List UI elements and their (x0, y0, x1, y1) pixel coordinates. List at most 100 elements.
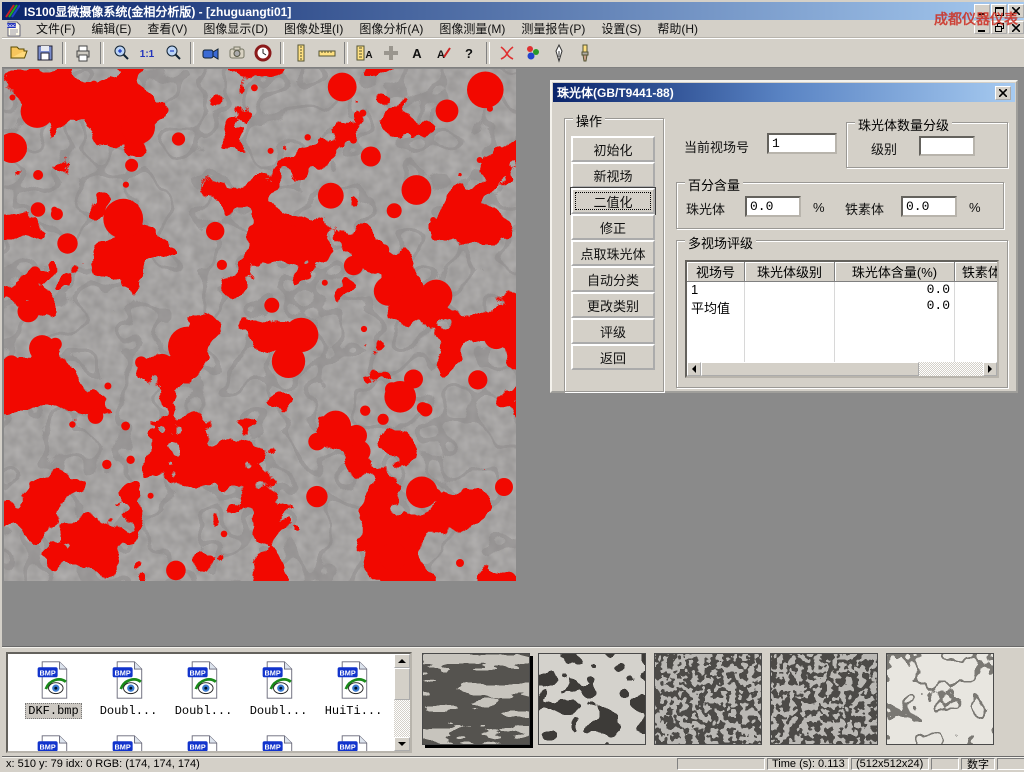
current-field-input[interactable] (767, 133, 837, 154)
pen-tool-button[interactable] (546, 40, 572, 66)
thumbnail[interactable] (654, 653, 762, 745)
video-capture-button[interactable] (198, 40, 224, 66)
file-item[interactable]: BMP (318, 734, 389, 753)
op-button[interactable]: 修正 (571, 214, 655, 240)
table-header-cell[interactable]: 珠光体含量(%) (835, 262, 955, 282)
save-button[interactable] (32, 40, 58, 66)
op-button[interactable]: 二值化 (571, 188, 655, 214)
op-button[interactable]: 更改类别 (571, 292, 655, 318)
print-button[interactable] (70, 40, 96, 66)
file-item[interactable]: BMPDKF.bmp (18, 660, 89, 719)
table-cell (955, 346, 999, 362)
menu-item[interactable]: 测量报告(P) (513, 19, 593, 38)
svg-text:BMP: BMP (339, 668, 355, 677)
menu-item[interactable]: 文件(F) (28, 19, 83, 38)
scrollbar-thumb[interactable] (394, 668, 410, 700)
menu-item[interactable]: 图像测量(M) (431, 19, 513, 38)
status-mode: 数字 (961, 758, 995, 770)
file-item[interactable]: BMP (243, 734, 314, 753)
scroll-right-button[interactable] (983, 362, 997, 376)
text-label-button[interactable]: A (404, 40, 430, 66)
maximize-button[interactable] (991, 4, 1007, 18)
table-row[interactable]: 平均值0.0 (687, 298, 997, 314)
open-button[interactable] (6, 40, 32, 66)
caliper-button[interactable] (288, 40, 314, 66)
menu-item[interactable]: 设置(S) (593, 19, 649, 38)
child-restore-button[interactable] (991, 21, 1007, 34)
table-row[interactable] (687, 346, 997, 362)
scroll-down-button[interactable] (394, 737, 410, 751)
table-row[interactable]: 10.0 (687, 282, 997, 298)
thumbnail[interactable] (886, 653, 994, 745)
menu-item[interactable]: 帮助(H) (649, 19, 706, 38)
annotate-button[interactable]: A (430, 40, 456, 66)
file-list: BMPDKF.bmpBMPDoubl...BMPDoubl...BMPDoubl… (6, 652, 412, 753)
pearlite-percent-input[interactable] (745, 196, 801, 217)
thumbnail[interactable] (538, 653, 646, 745)
menu-item[interactable]: 图像处理(I) (276, 19, 351, 38)
ruler-icon (317, 43, 337, 63)
ferrite-percent-input[interactable] (901, 196, 957, 217)
table-header-cell[interactable]: 铁素体含量(%) (955, 262, 999, 282)
svg-text:BMP: BMP (114, 742, 130, 751)
table-row[interactable] (687, 314, 997, 330)
zoom-out-button[interactable] (160, 40, 186, 66)
curve-tool-button[interactable] (494, 40, 520, 66)
scrollbar-track[interactable] (701, 362, 983, 376)
child-close-button[interactable] (1008, 21, 1024, 34)
scroll-up-button[interactable] (394, 654, 410, 668)
file-item[interactable]: BMPDoubl... (93, 660, 164, 718)
table-header-cell[interactable]: 视场号 (687, 262, 745, 282)
menu-item[interactable]: 查看(V) (139, 19, 195, 38)
percent-group-label: 百分含量 (685, 175, 743, 194)
level-input[interactable] (919, 136, 975, 156)
file-item[interactable]: BMP (168, 734, 239, 753)
pearlite-percent-label: 珠光体 (686, 199, 725, 218)
grid-cross-button[interactable] (378, 40, 404, 66)
scrollbar-thumb[interactable] (701, 362, 919, 376)
op-button[interactable]: 新视场 (571, 162, 655, 188)
menu-item[interactable]: 编辑(E) (83, 19, 139, 38)
menu-item[interactable]: 图像分析(A) (351, 19, 431, 38)
measure-text-button[interactable]: A (352, 40, 378, 66)
help-button[interactable]: ? (456, 40, 482, 66)
dialog-title-bar[interactable]: 珠光体(GB/T9441-88) (553, 83, 1015, 102)
particle-count-button[interactable] (520, 40, 546, 66)
thumbnail[interactable] (422, 653, 530, 745)
file-item[interactable]: BMPDoubl... (243, 660, 314, 718)
op-button[interactable]: 初始化 (571, 136, 655, 162)
zoom-in-button[interactable] (108, 40, 134, 66)
minimize-button[interactable] (974, 4, 990, 18)
scrollbar-track[interactable] (394, 700, 410, 737)
brush-tool-button[interactable] (572, 40, 598, 66)
ruler-button[interactable] (314, 40, 340, 66)
dialog-close-button[interactable] (995, 86, 1011, 100)
zoom-in-icon (111, 43, 131, 63)
op-button[interactable]: 点取珠光体 (571, 240, 655, 266)
arrow-up-icon (398, 655, 406, 663)
table-row[interactable] (687, 330, 997, 346)
op-button[interactable]: 评级 (571, 318, 655, 344)
toolbar-separator (486, 42, 490, 64)
metallograph-image[interactable] (4, 69, 516, 581)
toolbar-buttons: 1:1AAA? (6, 40, 598, 66)
file-item[interactable]: BMP (18, 734, 89, 753)
op-buttons: 初始化新视场二值化修正点取珠光体自动分类更改类别评级返回 (571, 136, 655, 370)
table-cell (745, 282, 835, 298)
camera-capture-button[interactable] (224, 40, 250, 66)
close-button[interactable] (1008, 4, 1024, 18)
table-cell (687, 314, 745, 330)
timer-button[interactable] (250, 40, 276, 66)
op-button[interactable]: 返回 (571, 344, 655, 370)
thumbnail[interactable] (770, 653, 878, 745)
table-header-cell[interactable]: 珠光体级别 (745, 262, 835, 282)
menu-item[interactable]: 图像显示(D) (195, 19, 276, 38)
op-button[interactable]: 自动分类 (571, 266, 655, 292)
file-item[interactable]: BMPDoubl... (168, 660, 239, 718)
file-item[interactable]: BMPHuiTi... (318, 660, 389, 718)
scroll-left-button[interactable] (687, 362, 701, 376)
file-item[interactable]: BMP (93, 734, 164, 753)
child-minimize-button[interactable] (974, 21, 990, 34)
table-cell (687, 330, 745, 346)
actual-size-button[interactable]: 1:1 (134, 40, 160, 66)
